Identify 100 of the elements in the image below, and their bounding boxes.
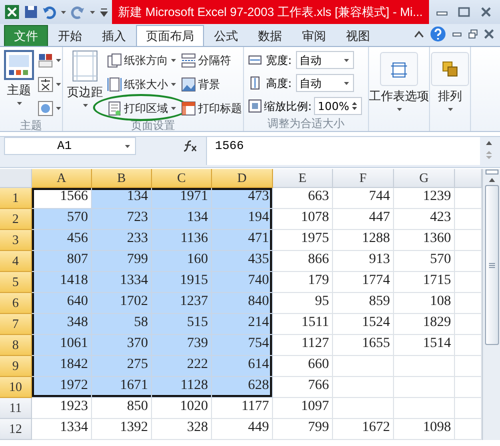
table-cell: 1239 xyxy=(394,188,455,209)
table-cell: 866 xyxy=(273,251,333,272)
table-cell: 1334 xyxy=(92,272,152,293)
table-cell: 1098 xyxy=(394,419,455,440)
row-header[interactable]: 1 xyxy=(0,188,32,209)
table-cell: 1514 xyxy=(394,335,455,356)
field-label: 宽度: xyxy=(266,52,292,68)
ribbon-button[interactable]: 分隔符 xyxy=(181,50,231,70)
table-cell: 1566 xyxy=(32,188,92,209)
row-header[interactable]: 3 xyxy=(0,230,32,251)
input-field[interactable]: 自动 xyxy=(296,51,354,69)
table-cell: 1177 xyxy=(212,398,273,419)
table-cell: 570 xyxy=(32,209,92,230)
table-cell: 766 xyxy=(273,377,333,398)
column-header[interactable]: E xyxy=(273,169,333,188)
group-label: 调整为合适大小 xyxy=(266,116,346,131)
input-field[interactable]: 100% xyxy=(314,97,362,115)
table-cell: 640 xyxy=(32,293,92,314)
table-cell: 275 xyxy=(92,356,152,377)
themes-button[interactable]: 主题 xyxy=(4,50,34,106)
table-cell: 1136 xyxy=(152,230,212,251)
row-header[interactable]: 7 xyxy=(0,314,32,335)
table-cell: 1334 xyxy=(32,419,92,440)
table-cell: 108 xyxy=(394,293,455,314)
row-header[interactable]: 2 xyxy=(0,209,32,230)
table-cell: 1672 xyxy=(333,419,394,440)
window-title: 新建 Microsoft Excel 97-2003 工作表.xls [兼容模式] - Mi... xyxy=(112,0,429,24)
row-header[interactable]: 8 xyxy=(0,335,32,356)
ribbon-button[interactable]: 纸张大小 xyxy=(107,74,177,94)
table-cell: 807 xyxy=(32,251,92,272)
table-cell: 58 xyxy=(92,314,152,335)
table-cell: 233 xyxy=(92,230,152,251)
ribbon-button[interactable]: 打印区域 xyxy=(107,98,177,118)
row-header[interactable]: 12 xyxy=(0,419,32,440)
ribbon-tab[interactable]: 文件 xyxy=(4,25,48,46)
table-cell: 328 xyxy=(152,419,212,440)
row-header[interactable]: 6 xyxy=(0,293,32,314)
table-cell: 840 xyxy=(212,293,273,314)
ribbon-tab[interactable]: 数据 xyxy=(248,25,292,46)
column-header[interactable]: B xyxy=(92,169,152,188)
ribbon-button[interactable]: 打印标题 xyxy=(181,98,242,118)
table-cell: 95 xyxy=(273,293,333,314)
formula-field[interactable]: 1566 xyxy=(206,137,480,165)
margins-button[interactable]: 页边距 xyxy=(67,50,103,108)
table-cell: 660 xyxy=(273,356,333,377)
table-cell: 1418 xyxy=(32,272,92,293)
row-header[interactable]: 5 xyxy=(0,272,32,293)
ribbon-button[interactable]: 纸张方向 xyxy=(107,50,177,70)
sheet-options-button[interactable]: 工作表选项 xyxy=(369,50,429,112)
table-cell: 1923 xyxy=(32,398,92,419)
ribbon-tab[interactable]: 视图 xyxy=(336,25,380,46)
table-cell: 740 xyxy=(212,272,273,293)
table-cell: 435 xyxy=(212,251,273,272)
table-cell: 134 xyxy=(92,188,152,209)
row-header[interactable]: 4 xyxy=(0,251,32,272)
ribbon-tab[interactable]: 公式 xyxy=(204,25,248,46)
table-cell: 754 xyxy=(212,335,273,356)
table-cell: 1511 xyxy=(273,314,333,335)
table-cell: 1774 xyxy=(333,272,394,293)
table-cell: 456 xyxy=(32,230,92,251)
table-cell: 859 xyxy=(333,293,394,314)
column-header[interactable]: C xyxy=(152,169,212,188)
table-cell: 473 xyxy=(212,188,273,209)
row-header[interactable]: 10 xyxy=(0,377,32,398)
table-cell: 1288 xyxy=(333,230,394,251)
row-header[interactable]: 11 xyxy=(0,398,32,419)
table-cell: 449 xyxy=(212,419,273,440)
table-cell: 1097 xyxy=(273,398,333,419)
column-header[interactable]: G xyxy=(394,169,455,188)
name-box[interactable]: A1 xyxy=(4,137,136,155)
table-cell: 850 xyxy=(92,398,152,419)
table-cell: 723 xyxy=(92,209,152,230)
table-cell: 179 xyxy=(273,272,333,293)
column-header[interactable]: D xyxy=(212,169,273,188)
table-cell: 663 xyxy=(273,188,333,209)
ribbon-tab[interactable]: 开始 xyxy=(48,25,92,46)
table-cell: 1842 xyxy=(32,356,92,377)
table-cell: 799 xyxy=(92,251,152,272)
table-cell: 1237 xyxy=(152,293,212,314)
ribbon-tab[interactable]: 页面布局 xyxy=(136,25,204,46)
ribbon-tab[interactable]: 审阅 xyxy=(292,25,336,46)
column-header[interactable]: A xyxy=(32,169,92,188)
table-cell: 1715 xyxy=(394,272,455,293)
ribbon-button[interactable]: 背景 xyxy=(181,74,220,94)
table-cell: 1971 xyxy=(152,188,212,209)
table-cell: 447 xyxy=(333,209,394,230)
table-cell: 1972 xyxy=(32,377,92,398)
table-cell: 913 xyxy=(333,251,394,272)
table-cell: 423 xyxy=(394,209,455,230)
table-cell: 134 xyxy=(152,209,212,230)
input-field[interactable]: 自动 xyxy=(296,74,354,92)
table-cell: 194 xyxy=(212,209,273,230)
column-header[interactable]: F xyxy=(333,169,394,188)
table-cell: 1829 xyxy=(394,314,455,335)
group-label: 主题 xyxy=(19,118,43,133)
table-cell: 1128 xyxy=(152,377,212,398)
table-cell: 628 xyxy=(212,377,273,398)
row-header[interactable]: 9 xyxy=(0,356,32,377)
table-cell: 160 xyxy=(152,251,212,272)
ribbon-tab[interactable]: 插入 xyxy=(92,25,136,46)
